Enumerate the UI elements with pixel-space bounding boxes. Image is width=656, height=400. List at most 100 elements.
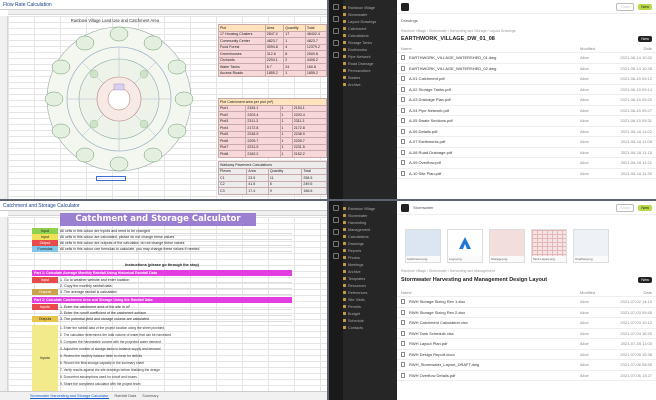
trash-icon[interactable] <box>333 52 339 58</box>
folder-icon[interactable] <box>333 28 339 34</box>
file-owner: Alice <box>580 65 589 71</box>
file-row[interactable]: RWH_Stormwater_Layout_DRAFT.dwg Alice 2021… <box>397 360 656 371</box>
tree-item[interactable]: Reports <box>343 247 397 254</box>
new-button[interactable]: New <box>638 204 652 211</box>
file-row[interactable]: A-05 Swale Sections.pdf Alice 2021-06-15 0… <box>397 116 656 127</box>
table-cell[interactable]: 17.4 <box>246 187 269 195</box>
thumbnail-card[interactable]: Overflow.png <box>573 229 609 263</box>
tree-item[interactable]: Calculations <box>343 32 397 39</box>
tree-item[interactable]: Schedule <box>343 317 397 324</box>
tree-item[interactable]: Site Visits <box>343 296 397 303</box>
star-icon[interactable] <box>333 40 339 46</box>
tree-item[interactable]: Meetings <box>343 261 397 268</box>
tree-item[interactable]: Calculations <box>343 233 397 240</box>
trash-icon[interactable] <box>333 253 339 259</box>
tree-item[interactable]: References <box>343 289 397 296</box>
file-row[interactable]: A-07 Earthworks.pdf Alice 2021-06-16 11:08 <box>397 137 656 148</box>
breadcrumb[interactable]: Drawings <box>397 14 656 23</box>
file-row[interactable]: A-03 Drainage Plan.pdf Alice 2021-06-15 09… <box>397 95 656 106</box>
table-cell[interactable]: 1855.2 <box>264 69 285 77</box>
file-row[interactable]: RWH Design Report.docx Alice 2021-07-05 15… <box>397 350 656 360</box>
table-cell[interactable]: Plot8 <box>217 150 247 158</box>
sheet-title-text[interactable]: Catchment and Storage Calculator <box>3 203 80 209</box>
file-row[interactable]: RWH Storage Sizing Rev 2.xlsx Alice 2021-0… <box>397 308 656 318</box>
table-cell[interactable]: 1 <box>279 150 293 158</box>
share-button[interactable]: Share <box>616 203 635 212</box>
sheet-tab[interactable]: Summary <box>142 394 158 398</box>
file-row[interactable]: EARTHWORK_VILLAGE_WATERSHED_01.dwg Alice 2… <box>397 53 656 64</box>
tree-item[interactable]: Templates <box>343 275 397 282</box>
breadcrumb[interactable]: Stormwater <box>413 205 433 210</box>
tree-item[interactable]: Resources <box>343 282 397 289</box>
column-name[interactable]: Name <box>401 46 576 51</box>
table-cell[interactable]: Access Roads <box>218 69 266 77</box>
home-icon[interactable] <box>333 4 339 10</box>
column-name[interactable]: Name <box>401 290 576 295</box>
search-icon[interactable] <box>333 16 339 22</box>
tree-item[interactable]: Photos <box>343 254 397 261</box>
table-cell[interactable]: 1 <box>283 69 306 77</box>
tree-item[interactable]: Permits <box>343 303 397 310</box>
file-row[interactable]: A-02 Storage Tanks.pdf Alice 2021-06-15 09… <box>397 85 656 95</box>
tree-item[interactable]: Contacts <box>343 324 397 331</box>
tree-item[interactable]: Catchment <box>343 25 397 32</box>
file-row[interactable]: A-10 Site Plan.pdf Alice 2021-06-16 11:30 <box>397 169 656 179</box>
breadcrumb-path[interactable]: Rainbow Village / Stormwater / Harvestin… <box>401 269 495 273</box>
file-row[interactable]: RWH Storage Sizing Rev 1.xlsx Alice 2021-0… <box>397 297 656 308</box>
search-icon[interactable] <box>333 217 339 223</box>
file-row[interactable]: RWH Catchment Calculation.xlsx Alice 2021-… <box>397 318 656 329</box>
file-row[interactable]: RWH Overflow Details.pdf Alice 2021-07-06 … <box>397 371 656 381</box>
section-2-header: Part 2: Calculate Catchment Area and Sto… <box>32 297 292 303</box>
file-row[interactable]: A-08 Road Drainage.pdf Alice 2021-06-16 11… <box>397 148 656 158</box>
thumbnail-card[interactable]: Tank Layout.png <box>531 229 567 263</box>
new-button[interactable]: New <box>638 3 652 10</box>
column-date[interactable]: Date <box>614 46 652 51</box>
column-modified[interactable]: Modified <box>580 46 610 51</box>
folder-new-button[interactable]: New <box>638 36 652 42</box>
file-row[interactable]: A-06 Details.pdf Alice 2021-06-16 11:02 <box>397 127 656 137</box>
tree-item[interactable]: Earthworks <box>343 46 397 53</box>
file-row[interactable]: A-01 Catchment.pdf Alice 2021-06-15 09:12 <box>397 74 656 85</box>
folder-icon[interactable] <box>333 229 339 235</box>
tree-item[interactable]: Stormwater <box>343 11 397 18</box>
tree-item[interactable]: Layout Drawings <box>343 18 397 25</box>
tree-item[interactable]: Rainbow Village <box>343 4 397 11</box>
thumbnail-card[interactable]: Catchment.png <box>405 229 441 263</box>
tree-item[interactable]: Management <box>343 226 397 233</box>
table-cell[interactable]: 1855.2 <box>304 69 327 77</box>
table-cell[interactable]: C3 <box>217 187 248 195</box>
tree-item[interactable]: Budget <box>343 310 397 317</box>
column-date[interactable]: Date <box>614 290 652 295</box>
tree-item[interactable]: Swales <box>343 74 397 81</box>
file-row[interactable]: RWH Layout Plan.pdf Alice 2021-07-05 11:03 <box>397 339 656 350</box>
home-icon[interactable] <box>333 205 339 211</box>
table-cell[interactable]: 2162.2 <box>245 150 281 158</box>
tree-item[interactable]: Rainbow Village <box>343 205 397 212</box>
tree-item[interactable]: Archive <box>343 268 397 275</box>
table-cell[interactable]: 2162.2 <box>291 150 327 158</box>
thumbnail-card[interactable]: Logo.png <box>447 229 483 263</box>
column-modified[interactable]: Modified <box>580 290 610 295</box>
file-row[interactable]: A-04 Pipe Network.pdf Alice 2021-06-15 09:… <box>397 106 656 116</box>
table-cell[interactable]: 9 <box>267 187 303 195</box>
tree-item[interactable]: Stormwater <box>343 212 397 219</box>
sheet-tab[interactable]: Rainfall Data <box>115 394 137 398</box>
star-icon[interactable] <box>333 241 339 247</box>
breadcrumb-path[interactable]: Rainbow Village / Stormwater / Harvestin… <box>397 23 656 33</box>
sheet-tab-active[interactable]: Stormwater Harvesting and Storage Calcul… <box>30 394 109 399</box>
tree-item[interactable]: Road Drainage <box>343 60 397 67</box>
tree-item[interactable]: Harvesting <box>343 219 397 226</box>
file-row[interactable]: EARTHWORK_VILLAGE_WATERSHED_02.dwg Alice 2… <box>397 64 656 74</box>
tree-item[interactable]: Drawings <box>343 240 397 247</box>
share-button[interactable]: Share <box>616 2 635 11</box>
tree-item[interactable]: Pipe Network <box>343 53 397 60</box>
tree-item[interactable]: Archive <box>343 81 397 88</box>
thumbnail-card[interactable]: Storage.png <box>489 229 525 263</box>
folder-new-button[interactable]: New <box>638 277 652 283</box>
tree-item[interactable]: Storage Tanks <box>343 39 397 46</box>
tree-item[interactable]: Permaculture <box>343 67 397 74</box>
file-row[interactable]: A-09 Overflow.pdf Alice 2021-06-16 11:21 <box>397 158 656 169</box>
sheet-tab-name[interactable]: Flow Rate Calculation <box>3 2 52 8</box>
table-cell[interactable]: 156.6 <box>301 187 327 195</box>
file-row[interactable]: RWH Tank Schedule.xlsx Alice 2021-07-04 16… <box>397 329 656 339</box>
